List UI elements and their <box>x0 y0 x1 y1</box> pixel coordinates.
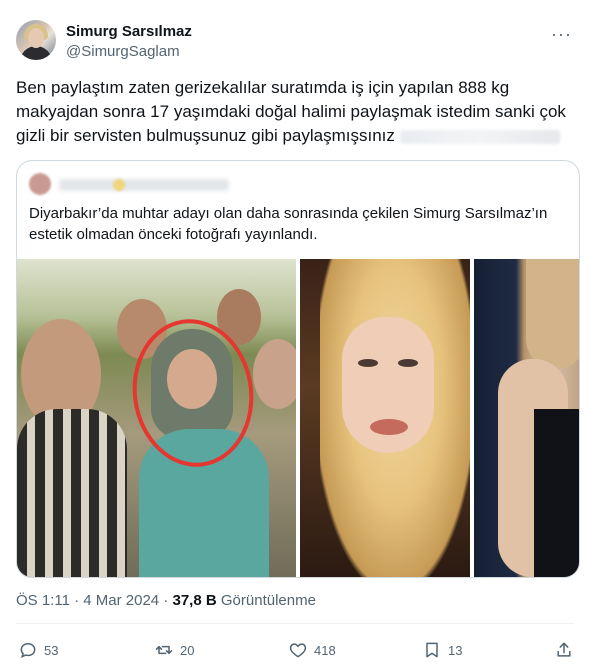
quoted-avatar <box>29 173 51 195</box>
tweet-header: Simurg Sarsılmaz @SimurgSaglam ··· <box>16 16 574 64</box>
bookmark-count: 13 <box>448 642 463 658</box>
quoted-media[interactable] <box>17 259 579 577</box>
tweet-date[interactable]: 4 Mar 2024 <box>83 592 159 609</box>
photo-profile[interactable] <box>474 259 579 577</box>
reply-button[interactable]: 53 <box>18 638 58 662</box>
avatar-body <box>20 46 52 60</box>
meta-separator-2: · <box>163 592 169 609</box>
author-avatar[interactable] <box>16 20 56 60</box>
action-bar: 53 20 418 13 <box>16 638 574 662</box>
retweet-button[interactable]: 20 <box>154 638 194 662</box>
quoted-tweet[interactable]: Diyarbakır’da muhtar adayı olan daha son… <box>16 160 580 578</box>
profile-hair <box>526 259 579 369</box>
bookmark-button[interactable]: 13 <box>422 638 462 662</box>
divider <box>16 623 574 624</box>
heart-icon <box>289 643 307 658</box>
person-left-shirt <box>17 409 127 577</box>
like-button[interactable]: 418 <box>288 638 336 662</box>
reply-count: 53 <box>44 642 59 658</box>
retweet-count: 20 <box>180 642 195 658</box>
quoted-author <box>29 173 429 197</box>
reply-icon <box>20 642 36 659</box>
retweet-icon <box>155 645 173 655</box>
tweet-text: Ben paylaştım zaten gerizekalılar suratı… <box>16 76 576 148</box>
share-icon <box>557 642 571 657</box>
tweet-meta: ÖS 1:11 · 4 Mar 2024 · 37,8 B Görüntülen… <box>16 592 316 609</box>
eye-right <box>398 359 418 367</box>
bookmark-icon <box>426 642 438 658</box>
meta-separator: · <box>74 592 80 609</box>
quoted-text: Diyarbakır’da muhtar adayı olan daha son… <box>29 205 548 243</box>
share-button[interactable] <box>554 638 580 662</box>
profile-dress <box>534 409 579 577</box>
author-name[interactable]: Simurg Sarsılmaz <box>66 23 192 40</box>
tweet-time[interactable]: ÖS 1:11 <box>16 592 70 609</box>
quoted-emoji-blurred <box>113 179 125 191</box>
blurred-text <box>399 129 560 144</box>
more-options-icon[interactable]: ··· <box>551 24 572 45</box>
eye-left <box>358 359 378 367</box>
quoted-name-blurred <box>59 179 229 191</box>
author-handle[interactable]: @SimurgSaglam <box>66 43 180 60</box>
lips <box>370 419 408 435</box>
views-label: Görüntülenme <box>220 592 316 609</box>
view-count: 37,8 B <box>172 592 217 609</box>
photo-group[interactable] <box>17 259 296 577</box>
person-right <box>253 339 296 409</box>
avatar-face <box>28 28 44 48</box>
like-count: 418 <box>314 642 336 658</box>
photo-glam[interactable] <box>300 259 470 577</box>
